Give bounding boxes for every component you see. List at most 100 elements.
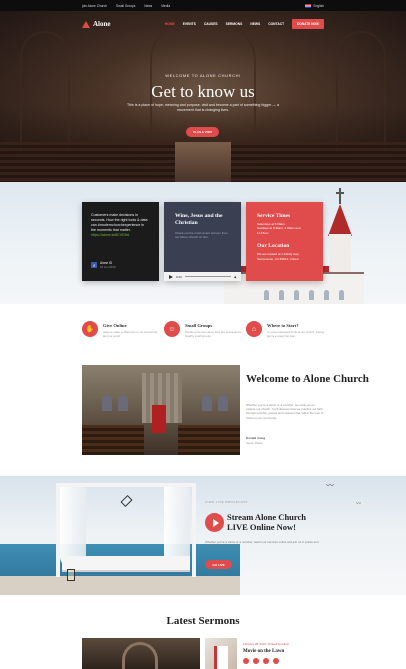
top-link[interactable]: join Alone Church	[82, 4, 107, 8]
quote-link[interactable]: https://alone.is/8CVD9d	[91, 233, 150, 238]
flag-icon	[304, 3, 311, 8]
play-button[interactable]	[205, 513, 224, 532]
sermon-thumbnail[interactable]	[205, 638, 237, 669]
service-times-card: Service Times Saturdays at 5:30am Sunday…	[246, 202, 323, 281]
church-window	[264, 290, 269, 300]
stream-text: Whether you're a visitor or a member, wa…	[205, 540, 319, 549]
author-date: 10 Jun 2019	[100, 265, 116, 269]
facebook-icon[interactable]: f	[91, 262, 97, 268]
hero-title: Get to know us	[151, 82, 255, 101]
altar	[152, 405, 166, 433]
audio-title: Wine, Jesus and the Christian	[175, 213, 223, 226]
audio-track[interactable]	[184, 275, 231, 278]
welcome-title: Welcome to Alone Church	[246, 373, 369, 385]
pew	[178, 425, 240, 455]
nav-item-contact[interactable]: CONTACT	[268, 22, 284, 26]
bird-icon: 〰	[356, 501, 362, 507]
hero-subtitle: This is a place of hope, meaning and pur…	[126, 103, 280, 113]
church-window	[324, 290, 329, 300]
feature-title: Small Groups	[185, 323, 213, 328]
logo-text: Alone	[93, 20, 111, 28]
feature-desc: If you're interested in life at our chur…	[267, 330, 324, 338]
arch	[122, 642, 158, 669]
feature-give-online[interactable]: ✋ Give Online Help us make a difference …	[82, 321, 162, 338]
top-link[interactable]: News	[144, 4, 152, 8]
feature-desc: Help us make a difference in our communi…	[103, 330, 158, 338]
nav-item-news[interactable]: NEWS	[250, 22, 260, 26]
feature-small-groups[interactable]: ☺ Small Groups People grow best when the…	[164, 321, 244, 338]
audio-time: 0:00	[176, 274, 182, 279]
video-icon[interactable]	[243, 658, 249, 664]
church-window	[279, 290, 284, 300]
sand	[0, 576, 240, 595]
bird-icon: 〰	[326, 481, 334, 490]
nav-item-causes[interactable]: CAUSES	[204, 22, 218, 26]
social-quote-card: Customers make decisions in seconds. How…	[82, 202, 159, 281]
signature-role: Senior Pastor	[246, 441, 263, 445]
feature-where-to-start[interactable]: ⌂ Where to Start? If you're interested i…	[246, 321, 326, 338]
church-icon: ⌂	[246, 321, 262, 337]
quote-author: f Alone ID 10 Jun 2019	[91, 261, 115, 269]
church-window	[339, 290, 344, 300]
play-icon	[212, 518, 219, 527]
logo-icon	[82, 20, 90, 28]
hands-icon: ✋	[82, 321, 98, 337]
top-links: join Alone Church Small Groups News Medi…	[82, 4, 170, 8]
nav-item-events[interactable]: EVENTS	[183, 22, 196, 26]
congregant	[102, 395, 112, 411]
plan-visit-button[interactable]: PLAN A VISIT	[186, 127, 219, 137]
top-link[interactable]: Small Groups	[116, 4, 135, 8]
service-title: Service Times	[257, 213, 291, 219]
info-cards-section: Customers make decisions in seconds. How…	[0, 182, 406, 304]
canopy-bed	[62, 556, 190, 570]
hero-section: Alone HOME EVENTS CAUSES SERMONS NEWS CO…	[0, 11, 406, 182]
go-live-button[interactable]: GO LIVE	[205, 560, 232, 569]
nav-item-sermons[interactable]: SERMONS	[226, 22, 243, 26]
feature-title: Where to Start?	[267, 323, 299, 328]
location-text: We are located at 1 infinity loop Sacram…	[257, 252, 299, 261]
nav-item-home[interactable]: HOME	[165, 22, 175, 26]
hero-eyebrow: WELCOME TO ALONE CHURCH!	[165, 73, 241, 78]
sermon-image[interactable]	[82, 638, 200, 669]
hero-aisle	[175, 142, 231, 182]
feature-title: Give Online	[103, 323, 127, 328]
donate-button[interactable]: DONATE NOW	[292, 19, 324, 29]
logo[interactable]: Alone	[82, 20, 111, 28]
congregant	[118, 395, 128, 411]
sermons-title: Latest Sermons	[166, 615, 240, 627]
audio-sermon-card: Wine, Jesus and the Christian Check out …	[164, 202, 241, 281]
sermon-title[interactable]: Movie on the Lawn	[243, 649, 284, 654]
volume-icon[interactable]: ◀	[234, 275, 236, 279]
language-selector[interactable]: English	[304, 3, 324, 8]
sermon-meta: February 28, 2019 · Posted by admin	[243, 642, 290, 646]
congregant	[218, 395, 228, 411]
stream-eyebrow: VIEW LIVE BROADCAST	[205, 500, 249, 504]
stream-section: 〰 〰	[0, 476, 406, 595]
document-icon[interactable]	[273, 658, 279, 664]
audio-icon[interactable]	[253, 658, 259, 664]
church-window	[294, 290, 299, 300]
service-times: Saturdays at 5:30am Sundays at 8:30am, 9…	[257, 222, 301, 235]
main-nav: Alone HOME EVENTS CAUSES SERMONS NEWS CO…	[82, 17, 324, 31]
church-spire	[328, 204, 352, 236]
language-label: English	[313, 3, 324, 8]
welcome-text: Whether you're a visitor or a member, we…	[246, 403, 324, 420]
curtain	[164, 487, 190, 567]
group-icon: ☺	[164, 321, 180, 337]
stream-title: Stream Alone Church LIVE Online Now!	[227, 512, 307, 532]
curtain	[60, 487, 86, 567]
quote-hashtag[interactable]: #modernchurchexperience	[98, 223, 141, 227]
feature-desc: People grow best when they are connected…	[185, 330, 242, 338]
signature-name: Donald Irving	[246, 436, 266, 440]
robe	[214, 646, 228, 669]
nav-menu: HOME EVENTS CAUSES SERMONS NEWS CONTACT …	[165, 19, 324, 29]
sermon-actions	[243, 658, 279, 664]
download-icon[interactable]	[263, 658, 269, 664]
audio-player: 0:00 ◀	[164, 272, 241, 281]
play-icon[interactable]	[169, 274, 173, 279]
top-bar: join Alone Church Small Groups News Medi…	[0, 0, 406, 11]
pew	[82, 425, 144, 455]
location-title: Our Location	[257, 243, 290, 250]
welcome-image	[82, 365, 240, 455]
top-link[interactable]: Media	[161, 4, 170, 8]
